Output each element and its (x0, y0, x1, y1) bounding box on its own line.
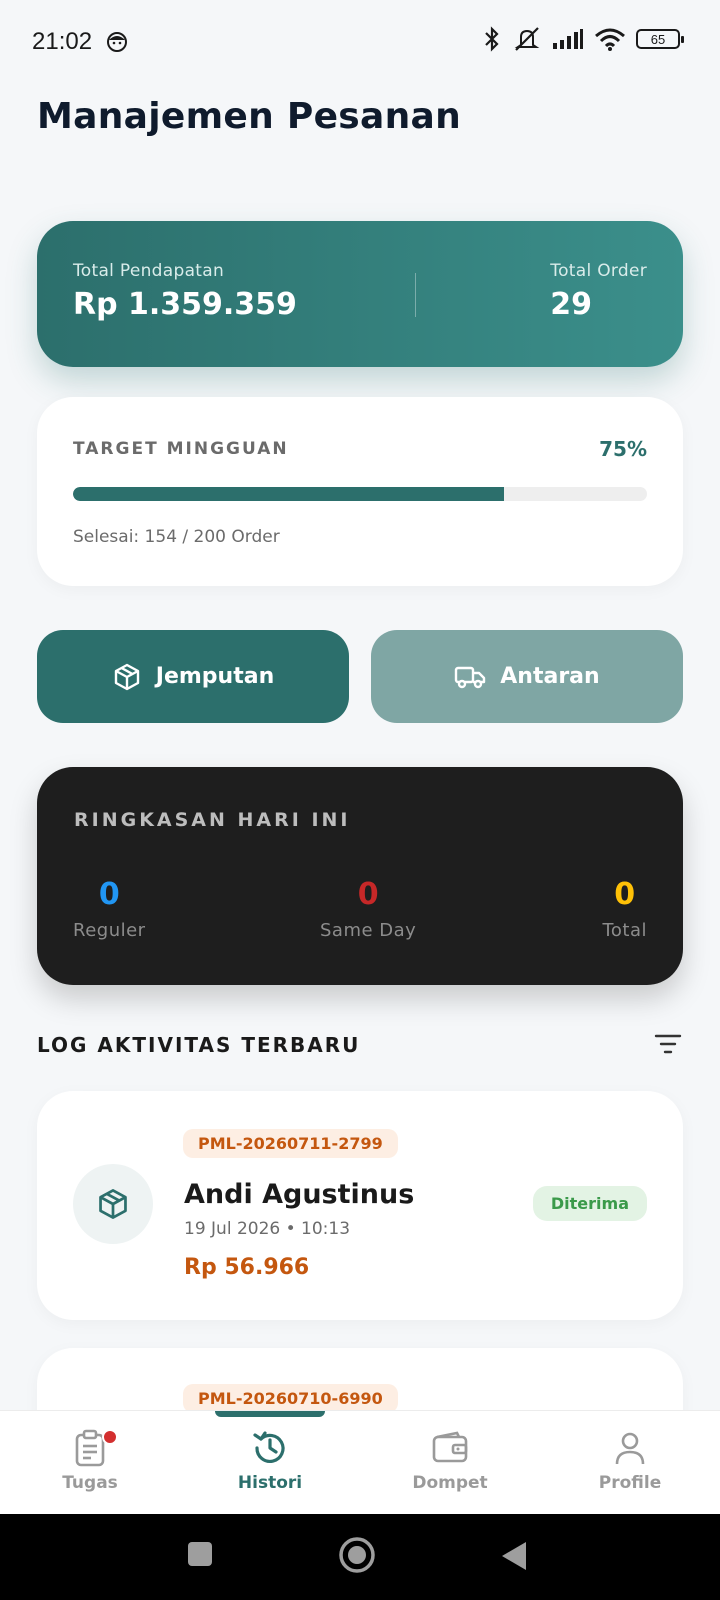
nav-label-profile: Profile (598, 1473, 662, 1493)
package-icon (114, 663, 139, 690)
mute-icon (514, 27, 540, 51)
summary-total: 0 Total (602, 877, 647, 941)
wallet-icon (432, 1431, 468, 1463)
target-percent: 75% (599, 437, 647, 461)
summary-total-label: Total (602, 920, 647, 941)
order-id-badge: PML-20260710-6990 (183, 1384, 398, 1413)
notification-dot (102, 1429, 118, 1445)
summary-reguler-label: Reguler (73, 920, 146, 941)
target-progress-bar (73, 487, 647, 501)
revenue-card: Total Pendapatan Rp 1.359.359 Total Orde… (37, 221, 683, 367)
battery-level: 65 (650, 31, 666, 47)
daily-summary-card: RINGKASAN HARI INI 0 Reguler 0 Same Day … (37, 767, 683, 985)
revenue-label: Total Pendapatan (73, 261, 225, 281)
user-icon (615, 1432, 645, 1465)
target-progress-fill (73, 487, 504, 501)
summary-total-value: 0 (614, 877, 636, 912)
summary-same-day-label: Same Day (320, 920, 417, 941)
status-badge: Diterima (532, 1186, 647, 1221)
target-label: TARGET MINGGUAN (73, 439, 289, 459)
page-title: Manajemen Pesanan (37, 96, 462, 137)
summary-same-day-value: 0 (357, 877, 379, 912)
summary-title: RINGKASAN HARI INI (74, 809, 351, 831)
activity-log-title: LOG AKTIVITAS TERBARU (37, 1033, 361, 1057)
activity-amount: Rp 56.966 (184, 1255, 310, 1280)
home-button-icon[interactable] (338, 1536, 376, 1574)
order-count-label: Total Order (550, 261, 647, 281)
active-tab-indicator (215, 1411, 325, 1417)
system-navigation-bar (0, 1514, 720, 1600)
status-time: 21:02 (32, 28, 93, 55)
nav-label-dompet: Dompet (412, 1473, 488, 1493)
nav-tugas[interactable]: Tugas (0, 1429, 180, 1493)
filter-icon[interactable] (654, 1032, 682, 1056)
signal-icon (553, 29, 583, 49)
back-button-icon[interactable] (500, 1540, 528, 1572)
activity-card[interactable]: PML-20260711-2799 Andi Agustinus 19 Jul … (37, 1091, 683, 1320)
status-icons: 65 (482, 26, 684, 52)
weekly-target-card: TARGET MINGGUAN 75% Selesai: 154 / 200 O… (37, 397, 683, 586)
customer-name: Andi Agustinus (184, 1179, 415, 1210)
jemputan-button[interactable]: Jemputan (37, 630, 349, 723)
history-icon (253, 1431, 285, 1463)
summary-same-day: 0 Same Day (320, 877, 416, 941)
revenue-block: Total Pendapatan Rp 1.359.359 (73, 261, 297, 322)
antaran-button[interactable]: Antaran (371, 630, 683, 723)
activity-icon-circle (73, 1164, 153, 1244)
truck-icon (455, 666, 486, 688)
revenue-value: Rp 1.359.359 (73, 287, 297, 322)
bluetooth-icon (485, 26, 499, 52)
order-id-badge: PML-20260711-2799 (183, 1129, 398, 1158)
antaran-label: Antaran (500, 664, 600, 689)
wifi-icon (595, 28, 625, 51)
nav-histori[interactable]: Histori (180, 1429, 360, 1493)
summary-reguler: 0 Reguler (73, 877, 146, 941)
target-completed-text: Selesai: 154 / 200 Order (73, 527, 280, 547)
nav-profile[interactable]: Profile (540, 1429, 720, 1493)
summary-reguler-value: 0 (98, 877, 120, 912)
nav-label-histori: Histori (237, 1473, 303, 1493)
package-icon (99, 1189, 127, 1219)
bottom-navigation: Tugas Histori Dompet Profile (0, 1410, 720, 1514)
activity-datetime: 19 Jul 2026 • 10:13 (184, 1219, 351, 1239)
recents-button-icon[interactable] (186, 1540, 214, 1568)
revenue-divider (415, 273, 416, 317)
order-count-value: 29 (550, 287, 593, 322)
jemputan-label: Jemputan (155, 664, 275, 689)
order-count-block: Total Order 29 (550, 261, 647, 322)
battery-icon: 65 (636, 29, 684, 49)
nav-label-tugas: Tugas (62, 1473, 118, 1493)
face-icon (107, 32, 128, 52)
nav-dompet[interactable]: Dompet (360, 1429, 540, 1493)
